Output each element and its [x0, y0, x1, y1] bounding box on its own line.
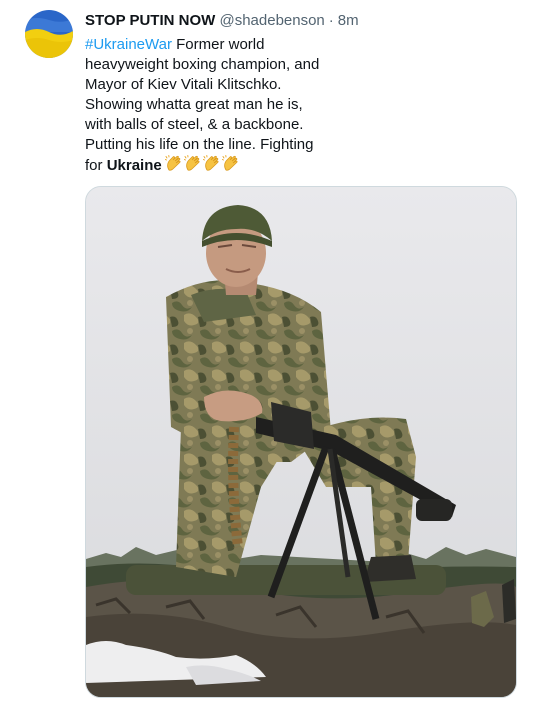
- separator-dot: ·: [328, 12, 334, 29]
- clapping-hands-icon: [202, 155, 219, 171]
- tweet-text-body: Former world heavyweight boxing champion…: [85, 36, 320, 174]
- tweet-text-bold: Ukraine: [106, 157, 162, 174]
- clapping-hands-icon: [183, 155, 200, 171]
- display-name[interactable]: STOP PUTIN NOW: [85, 12, 215, 29]
- emoji-group: [164, 155, 240, 173]
- timestamp[interactable]: 8m: [338, 12, 359, 29]
- user-handle[interactable]: @shadebenson: [219, 12, 324, 29]
- soldier-with-machine-gun-image: [86, 187, 516, 697]
- tweet-photo[interactable]: [85, 186, 517, 698]
- clapping-hands-icon: [164, 155, 181, 171]
- hashtag-link[interactable]: #UkraineWar: [85, 36, 172, 53]
- clapping-hands-icon: [221, 155, 238, 171]
- tweet[interactable]: STOP PUTIN NOW @shadebenson · 8m #UkraineW…: [0, 0, 549, 706]
- tweet-header: STOP PUTIN NOW @shadebenson · 8m: [85, 11, 359, 31]
- profile-avatar[interactable]: [25, 10, 73, 58]
- tweet-text: #UkraineWar Former world heavyweight box…: [85, 35, 325, 176]
